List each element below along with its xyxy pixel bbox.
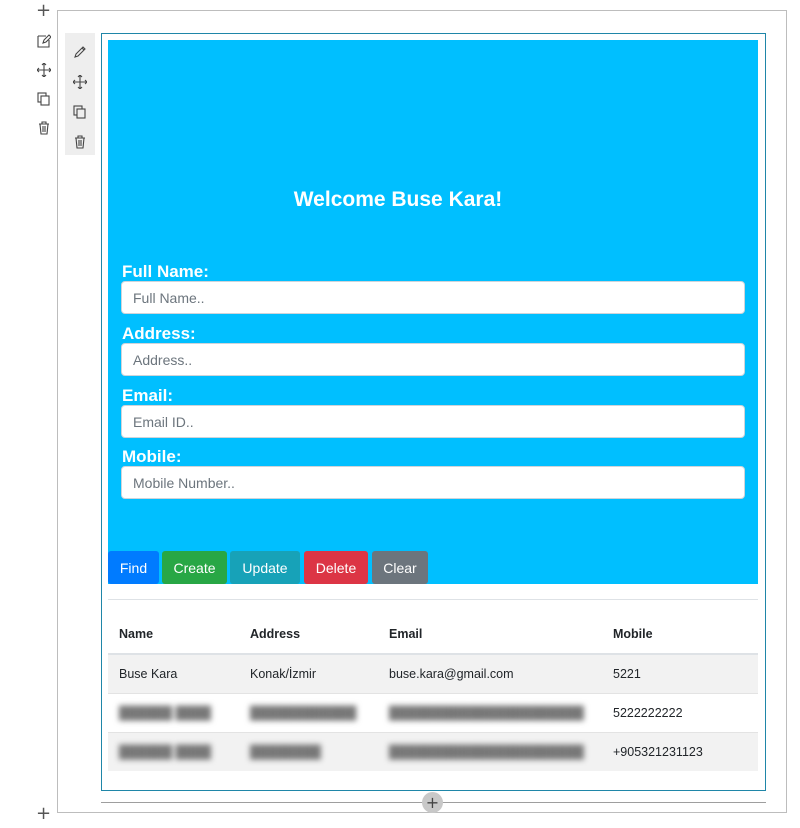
edit-pencil-icon[interactable]	[65, 41, 95, 63]
redacted-text: ████████	[250, 745, 321, 759]
welcome-title: Welcome Buse Kara!	[293, 188, 503, 211]
table-row[interactable]: ██████ ████ ████████ ███████████████████…	[108, 732, 758, 771]
cell-address-redacted: ████████	[239, 732, 378, 771]
update-button[interactable]: Update	[230, 551, 300, 584]
address-input[interactable]	[121, 343, 745, 376]
move-section-icon[interactable]	[33, 59, 55, 81]
redacted-text: ██████████████████████	[389, 745, 584, 759]
cell-mobile: +905321231123	[602, 732, 758, 771]
cell-mobile: 5221	[602, 653, 758, 694]
cell-address: Konak/İzmir	[239, 653, 378, 694]
cell-email: buse.kara@gmail.com	[378, 653, 602, 694]
full-name-input[interactable]	[121, 281, 745, 314]
form-panel: Welcome Buse Kara! Full Name: Address: E…	[108, 40, 758, 584]
create-button[interactable]: Create	[162, 551, 227, 584]
add-web-part-bottom-icon[interactable]: +	[36, 805, 51, 823]
column-header-email: Email	[378, 614, 602, 655]
redacted-text: ██████████████████████	[389, 706, 584, 720]
mobile-input[interactable]	[121, 466, 745, 499]
cell-address-redacted: ████████████	[239, 693, 378, 733]
add-web-part-top-icon[interactable]: +	[36, 2, 51, 20]
redacted-text: ██████ ████	[119, 706, 212, 720]
cell-email-redacted: ██████████████████████	[378, 693, 602, 733]
cell-name-redacted: ██████ ████	[108, 732, 239, 771]
delete-button[interactable]: Delete	[304, 551, 368, 584]
cell-mobile: 5222222222	[602, 693, 758, 733]
table-row[interactable]: ██████ ████ ████████████ ███████████████…	[108, 693, 758, 733]
redacted-text: ██████ ████	[119, 745, 212, 759]
table-header-row: Name Address Email Mobile	[108, 614, 758, 655]
move-web-part-icon[interactable]	[65, 71, 95, 93]
table-row[interactable]: Buse Kara Konak/İzmir buse.kara@gmail.co…	[108, 653, 758, 694]
delete-section-icon[interactable]	[33, 117, 55, 139]
web-part-toolbar	[65, 33, 95, 155]
address-label: Address:	[122, 324, 196, 343]
column-header-mobile: Mobile	[602, 614, 758, 655]
email-input[interactable]	[121, 405, 745, 438]
delete-web-part-icon[interactable]	[65, 131, 95, 153]
separator-line	[108, 599, 758, 600]
copy-section-icon[interactable]	[33, 88, 55, 110]
add-section-button[interactable]: +	[422, 792, 443, 813]
mobile-label: Mobile:	[122, 447, 182, 466]
find-button[interactable]: Find	[108, 551, 159, 584]
full-name-label: Full Name:	[122, 262, 209, 281]
email-label: Email:	[122, 386, 174, 405]
cell-name-redacted: ██████ ████	[108, 693, 239, 733]
section-toolbar	[33, 30, 55, 146]
edit-section-icon[interactable]	[33, 30, 55, 52]
cell-name: Buse Kara	[108, 653, 239, 694]
column-header-address: Address	[239, 614, 378, 655]
redacted-text: ████████████	[250, 706, 357, 720]
clear-button[interactable]: Clear	[372, 551, 428, 584]
column-header-name: Name	[108, 614, 239, 655]
copy-web-part-icon[interactable]	[65, 101, 95, 123]
cell-email-redacted: ██████████████████████	[378, 732, 602, 771]
records-table: Name Address Email Mobile Buse Kara Kona…	[108, 614, 758, 771]
